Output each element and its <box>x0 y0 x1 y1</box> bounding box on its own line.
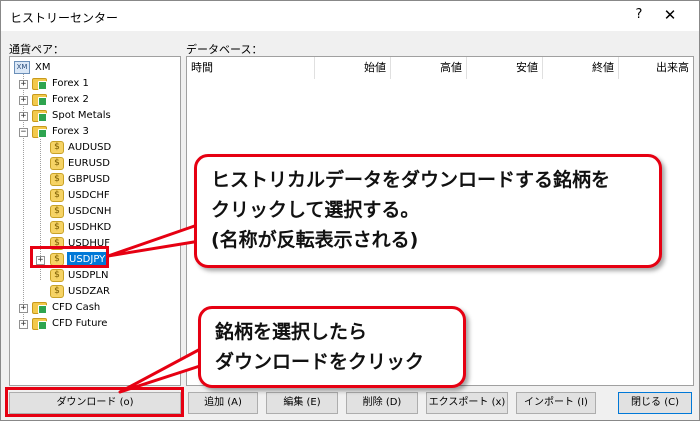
expand-plus-icon[interactable]: + <box>19 80 28 89</box>
window-title: ヒストリーセンター <box>10 11 119 25</box>
symbol-label: USDPLN <box>68 270 109 281</box>
export-button[interactable]: エクスポート (x) <box>426 392 508 414</box>
expand-plus-icon[interactable]: + <box>19 112 28 121</box>
download-button-highlight <box>5 387 184 417</box>
help-button[interactable]: ? <box>629 7 649 22</box>
callout-line: ヒストリカルデータをダウンロードする銘柄を <box>211 169 611 191</box>
column-header-volume[interactable]: 出来高 <box>619 57 693 79</box>
edit-button[interactable]: 編集 (E) <box>266 392 338 414</box>
select-symbol-callout: ヒストリカルデータをダウンロードする銘柄を クリックして選択する。 (名称が反転… <box>194 154 662 268</box>
expand-plus-icon[interactable]: + <box>19 304 28 313</box>
dollar-coin-icon: $ <box>50 141 64 154</box>
callout-line: ダウンロードをクリック <box>215 351 425 373</box>
collapse-minus-icon[interactable]: − <box>19 128 28 137</box>
folder-icon <box>32 110 47 122</box>
column-header-high[interactable]: 高値 <box>391 57 467 79</box>
folder-icon <box>32 318 47 330</box>
expand-plus-icon[interactable]: + <box>19 96 28 105</box>
dollar-coin-icon: $ <box>50 269 64 282</box>
currency-pairs-label: 通貨ペア： <box>9 43 64 56</box>
download-callout: 銘柄を選択したら ダウンロードをクリック <box>198 306 466 388</box>
callout-line: 銘柄を選択したら <box>215 321 368 343</box>
tree-root-label: XM <box>35 62 51 73</box>
add-button[interactable]: 追加 (A) <box>188 392 258 414</box>
tree-group-label: CFD Future <box>52 318 108 329</box>
folder-open-icon <box>32 126 47 138</box>
symbol-label: USDCHF <box>68 190 110 201</box>
column-header-time[interactable]: 時間 <box>187 57 315 79</box>
import-button[interactable]: インポート (I) <box>516 392 596 414</box>
selected-symbol-highlight <box>30 246 109 268</box>
callout-line: (名称が反転表示される) <box>211 229 419 251</box>
dollar-coin-icon: $ <box>50 285 64 298</box>
dollar-coin-icon: $ <box>50 221 64 234</box>
dollar-coin-icon: $ <box>50 205 64 218</box>
column-header-close[interactable]: 終値 <box>543 57 619 79</box>
tree-group-label: Spot Metals <box>52 110 111 121</box>
folder-icon <box>32 94 47 106</box>
title-bar: ヒストリーセンター ? ✕ <box>1 1 699 31</box>
symbol-label: EURUSD <box>68 158 110 169</box>
symbol-label: USDZAR <box>68 286 111 297</box>
tree-group-label: Forex 3 <box>52 126 89 137</box>
column-header-low[interactable]: 安値 <box>467 57 543 79</box>
close-button[interactable]: 閉じる (C) <box>618 392 692 414</box>
close-window-button[interactable]: ✕ <box>655 6 685 24</box>
tree-group-label: Forex 2 <box>52 94 89 105</box>
dollar-coin-icon: $ <box>50 189 64 202</box>
folder-icon <box>32 78 47 90</box>
column-header-open[interactable]: 始値 <box>315 57 391 79</box>
symbol-label: USDCNH <box>68 206 112 217</box>
tree-group-label: CFD Cash <box>52 302 101 313</box>
symbol-label: GBPUSD <box>68 174 111 185</box>
symbol-tree[interactable]: XM XM + Forex 1 + Forex 2 + Spot Metals … <box>9 56 181 386</box>
expand-plus-icon[interactable]: + <box>19 320 28 329</box>
database-label: データベース： <box>186 43 263 56</box>
dollar-coin-icon: $ <box>50 157 64 170</box>
callout-line: クリックして選択する。 <box>211 199 420 221</box>
tree-group-label: Forex 1 <box>52 78 89 89</box>
server-icon: XM <box>14 61 30 74</box>
symbol-label: AUDUSD <box>68 142 112 153</box>
symbol-label: USDHKD <box>68 222 112 233</box>
folder-icon <box>32 302 47 314</box>
delete-button[interactable]: 削除 (D) <box>346 392 418 414</box>
dollar-coin-icon: $ <box>50 173 64 186</box>
